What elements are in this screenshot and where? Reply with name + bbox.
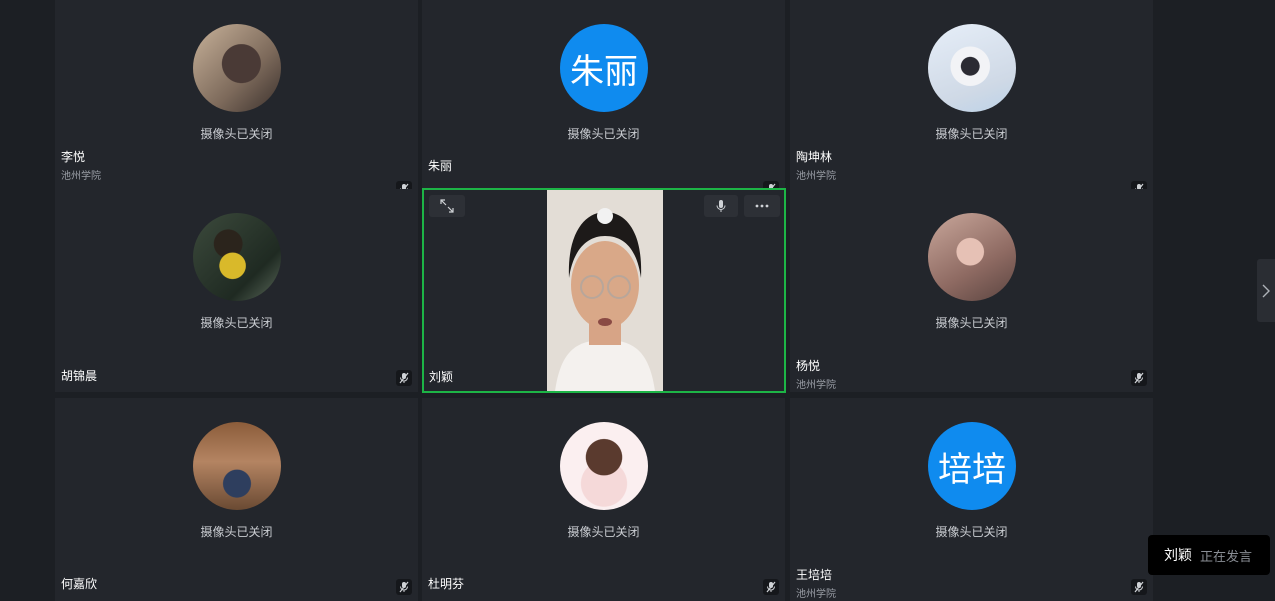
mic-muted-icon <box>763 579 779 595</box>
participant-grid: 摄像头已关闭 李悦 池州学院 朱丽 摄像头已关闭 朱丽 摄像头已关闭 陶坤林 池… <box>0 0 1275 601</box>
participant-name: 王培培 <box>796 568 833 582</box>
participant-name: 胡锦晨 <box>61 369 98 383</box>
participant-tile-2[interactable]: 朱丽 摄像头已关闭 朱丽 <box>422 0 785 203</box>
mic-muted-icon <box>1131 579 1147 595</box>
camera-off-label: 摄像头已关闭 <box>567 525 640 539</box>
participant-tile-active-speaker[interactable]: 刘颖 <box>422 188 786 393</box>
participant-org: 池州学院 <box>796 589 836 600</box>
participant-tile-6[interactable]: 摄像头已关闭 杨悦 池州学院 <box>790 189 1153 392</box>
fullscreen-button[interactable] <box>429 195 465 217</box>
participant-tile-1[interactable]: 摄像头已关闭 李悦 池州学院 <box>55 0 418 203</box>
camera-off-label: 摄像头已关闭 <box>935 127 1008 141</box>
next-page-button[interactable] <box>1257 259 1275 322</box>
mic-muted-icon <box>396 579 412 595</box>
avatar-initials: 培培 <box>928 422 1016 510</box>
mic-muted-icon <box>1131 370 1147 386</box>
expand-icon <box>440 199 454 213</box>
camera-off-label: 摄像头已关闭 <box>200 127 273 141</box>
participant-name: 陶坤林 <box>796 150 833 164</box>
participant-name: 朱丽 <box>428 159 453 173</box>
participant-name: 杨悦 <box>796 359 821 373</box>
camera-off-label: 摄像头已关闭 <box>935 525 1008 539</box>
participant-name: 杜明芬 <box>428 577 465 591</box>
participant-name: 李悦 <box>61 150 86 164</box>
participant-org: 池州学院 <box>61 171 101 182</box>
camera-off-label: 摄像头已关闭 <box>935 316 1008 330</box>
chevron-right-icon <box>1262 284 1270 297</box>
participant-tile-8[interactable]: 摄像头已关闭 杜明芬 <box>422 398 785 601</box>
mic-muted-icon <box>396 370 412 386</box>
camera-off-label: 摄像头已关闭 <box>200 316 273 330</box>
participant-name: 刘颖 <box>429 370 454 384</box>
avatar-photo <box>193 213 281 301</box>
participant-name: 何嘉欣 <box>61 577 98 591</box>
speaker-name: 刘颖 <box>1164 548 1192 564</box>
participant-tile-7[interactable]: 摄像头已关闭 何嘉欣 <box>55 398 418 601</box>
avatar-photo <box>560 422 648 510</box>
camera-off-label: 摄像头已关闭 <box>567 127 640 141</box>
avatar-photo <box>928 24 1016 112</box>
camera-off-label: 摄像头已关闭 <box>200 525 273 539</box>
avatar-photo <box>928 213 1016 301</box>
participant-tile-9[interactable]: 培培 摄像头已关闭 王培培 池州学院 <box>790 398 1153 601</box>
more-dots-icon <box>755 204 769 208</box>
speaking-status: 正在发言 <box>1200 549 1253 565</box>
participant-tile-4[interactable]: 摄像头已关闭 胡锦晨 <box>55 189 418 392</box>
participant-org: 池州学院 <box>796 380 836 391</box>
speaking-indicator: 刘颖 正在发言 <box>1148 535 1270 575</box>
participant-video <box>547 190 663 391</box>
avatar-initials: 朱丽 <box>560 24 648 112</box>
more-options-button[interactable] <box>744 195 780 217</box>
avatar-photo <box>193 24 281 112</box>
participant-tile-3[interactable]: 摄像头已关闭 陶坤林 池州学院 <box>790 0 1153 203</box>
microphone-icon <box>716 200 726 212</box>
participant-org: 池州学院 <box>796 171 836 182</box>
avatar-photo <box>193 422 281 510</box>
microphone-button[interactable] <box>704 195 738 217</box>
